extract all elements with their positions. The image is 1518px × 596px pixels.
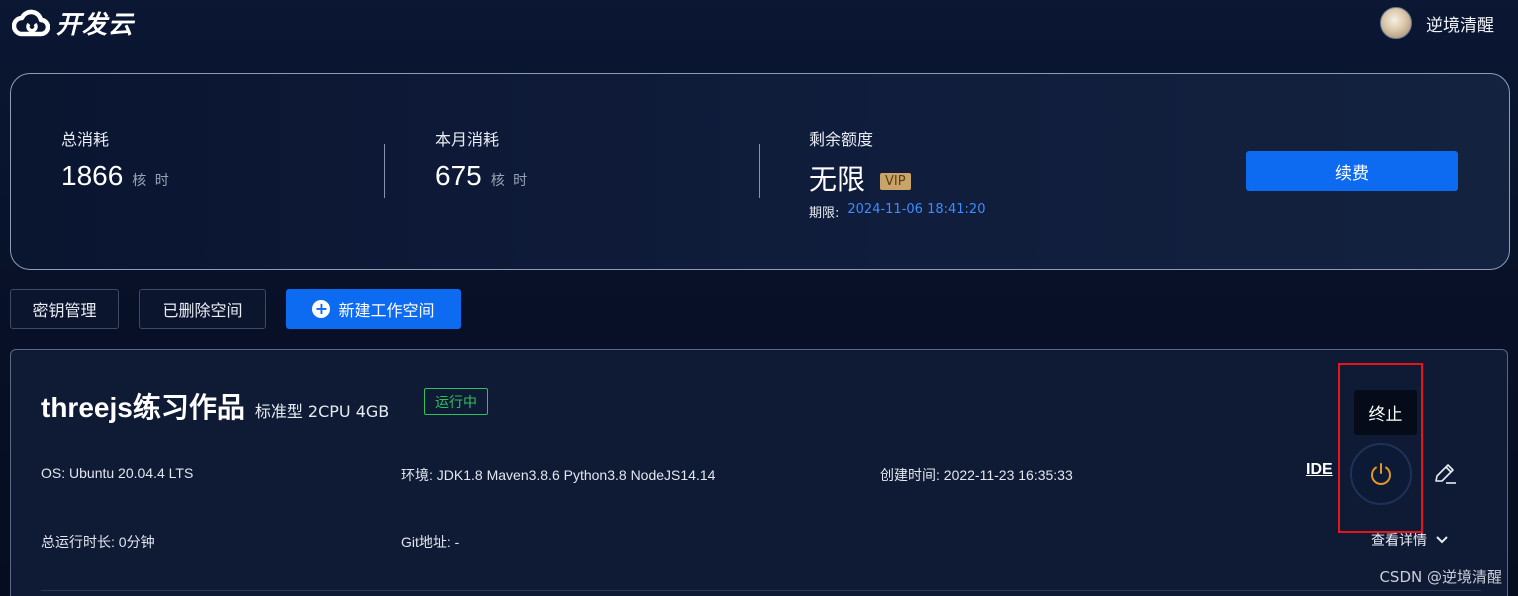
month-consumption-label: 本月消耗 [435, 130, 500, 149]
usage-summary-card: 总消耗 1866 核 时 本月消耗 675 核 时 剩余额度 无限 VIP 期限… [10, 73, 1510, 270]
app-logo[interactable]: 开发云 [12, 6, 134, 40]
workspace-card: threejs练习作品 标准型 2CPU 4GB 运行中 OS: Ubuntu … [10, 349, 1508, 596]
workspace-created: 创建时间: 2022-11-23 16:35:33 [880, 467, 1073, 483]
workspace-git: Git地址: - [401, 534, 460, 550]
cloud-logo-icon [12, 9, 50, 37]
new-workspace-button[interactable]: + 新建工作空间 [286, 289, 461, 329]
username[interactable]: 逆境清醒 [1426, 11, 1494, 36]
ide-link[interactable]: IDE [1306, 461, 1333, 479]
chevron-down-icon [1436, 536, 1448, 544]
highlight-box [1338, 363, 1423, 533]
user-menu[interactable]: 逆境清醒 [1380, 7, 1494, 39]
month-consumption: 本月消耗 675 核 时 [435, 126, 529, 192]
renew-button[interactable]: 续费 [1246, 151, 1458, 191]
view-details-label: 查看详情 [1371, 533, 1427, 549]
remaining-quota-value: 无限 [809, 164, 866, 195]
deleted-spaces-button[interactable]: 已删除空间 [139, 289, 266, 329]
workspace-name: threejs练习作品 [41, 392, 245, 423]
logo-text: 开发云 [56, 10, 135, 39]
month-consumption-unit: 核 时 [490, 173, 530, 189]
total-consumption-label: 总消耗 [61, 130, 110, 149]
month-consumption-value: 675 [435, 160, 482, 191]
edit-icon[interactable] [1432, 461, 1458, 487]
remaining-quota-label: 剩余额度 [809, 130, 874, 149]
divider [41, 590, 1481, 591]
new-workspace-label: 新建工作空间 [338, 301, 435, 320]
workspace-os: OS: Ubuntu 20.04.4 LTS [41, 465, 194, 481]
plus-circle-icon: + [312, 300, 331, 318]
view-details-toggle[interactable]: 查看详情 [1371, 530, 1449, 550]
expire-label: 期限: [809, 206, 840, 221]
watermark: CSDN @逆境清醒 [1379, 568, 1502, 586]
total-consumption-unit: 核 时 [132, 173, 171, 189]
expire-date: 2024-11-06 18:41:20 [847, 202, 986, 217]
workspace-env: 环境: JDK1.8 Maven3.8.6 Python3.8 NodeJS14… [401, 467, 716, 483]
avatar[interactable] [1380, 7, 1412, 39]
workspace-spec: 标准型 2CPU 4GB [254, 402, 390, 421]
key-management-button[interactable]: 密钥管理 [10, 289, 119, 329]
divider [759, 144, 760, 198]
divider [384, 144, 385, 198]
status-badge: 运行中 [424, 388, 488, 415]
vip-badge: VIP [880, 173, 911, 190]
total-consumption-value: 1866 [61, 160, 124, 191]
workspace-runtime: 总运行时长: 0分钟 [41, 534, 155, 550]
remaining-quota: 剩余额度 无限 VIP 期限: 2024-11-06 18:41:20 [809, 126, 985, 221]
total-consumption: 总消耗 1866 核 时 [61, 126, 171, 192]
